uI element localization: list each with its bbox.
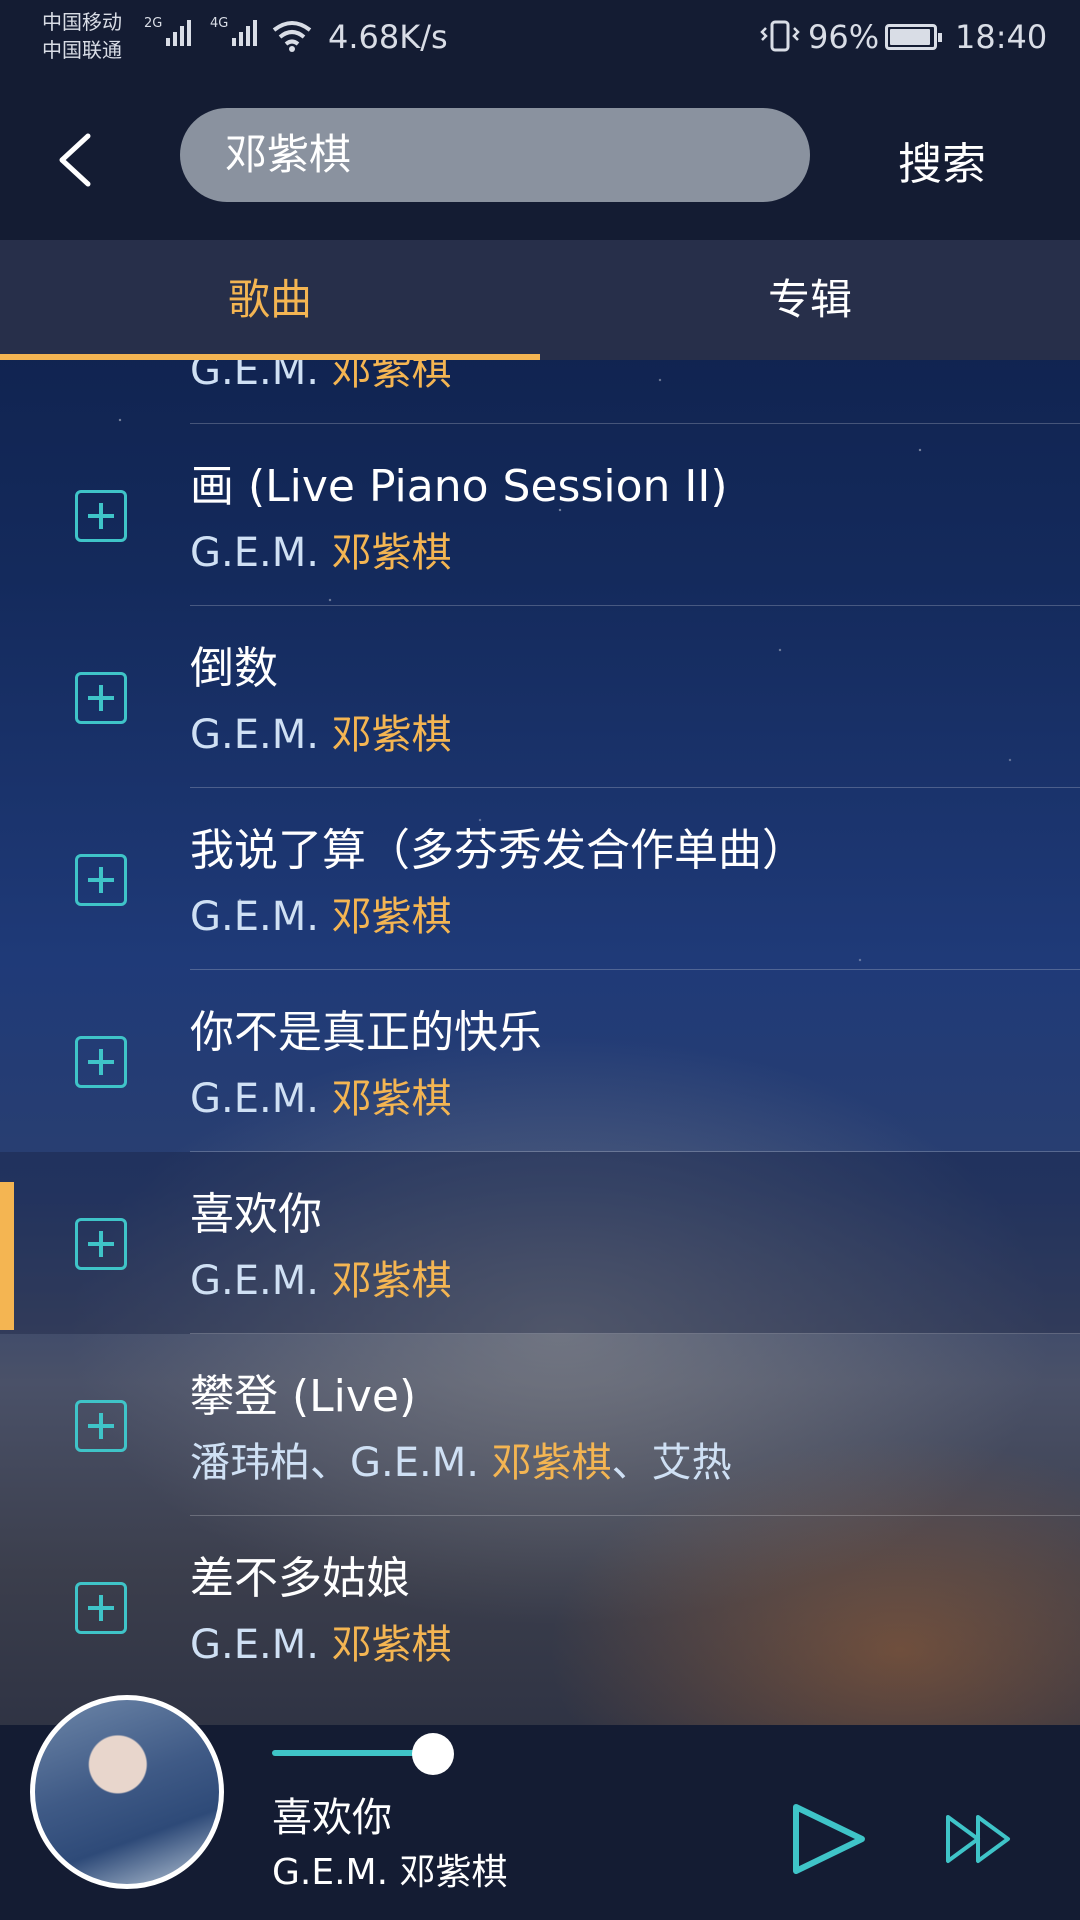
song-title: 攀登 (Live) xyxy=(190,1371,417,1422)
battery-icon xyxy=(885,24,942,50)
song-artist: G.E.M. 邓紫棋 xyxy=(190,1258,452,1304)
status-bar: 中国移动 中国联通 2G 4G 4.68K/s 96% 18:40 xyxy=(0,0,1080,80)
play-icon[interactable] xyxy=(782,1799,872,1879)
back-icon[interactable] xyxy=(48,130,108,190)
add-to-playlist-icon[interactable] xyxy=(75,1582,127,1634)
song-row[interactable]: 泡沫 G.E.M. 邓紫棋 xyxy=(0,360,1080,424)
tab-albums[interactable]: 专辑 xyxy=(540,240,1080,360)
add-to-playlist-icon[interactable] xyxy=(75,1036,127,1088)
song-title: 你不是真正的快乐 xyxy=(190,1007,542,1058)
song-title: 倒数 xyxy=(190,643,278,694)
add-to-playlist-icon[interactable] xyxy=(75,490,127,542)
song-row[interactable]: 你不是真正的快乐 G.E.M. 邓紫棋 xyxy=(0,970,1080,1152)
signal-2-label: 4G xyxy=(210,16,229,31)
wifi-icon xyxy=(272,21,312,52)
song-title: 画 (Live Piano Session II) xyxy=(190,461,728,512)
add-to-playlist-icon[interactable] xyxy=(75,854,127,906)
song-row[interactable]: 攀登 (Live) 潘玮柏、G.E.M. 邓紫棋、艾热 xyxy=(0,1334,1080,1516)
add-to-playlist-icon[interactable] xyxy=(75,1218,127,1270)
song-row[interactable]: 画 (Live Piano Session II) G.E.M. 邓紫棋 xyxy=(0,424,1080,606)
song-row[interactable]: 我说了算（多芬秀发合作单曲） G.E.M. 邓紫棋 xyxy=(0,788,1080,970)
signal-1-label: 2G xyxy=(144,16,163,31)
song-artist: G.E.M. 邓紫棋 xyxy=(190,712,452,758)
song-row-now-playing[interactable]: 喜欢你 G.E.M. 邓紫棋 xyxy=(0,1152,1080,1334)
add-to-playlist-icon[interactable] xyxy=(75,672,127,724)
song-title: 差不多姑娘 xyxy=(190,1553,410,1604)
song-row[interactable]: 差不多姑娘 G.E.M. 邓紫棋 xyxy=(0,1516,1080,1698)
carrier-1: 中国移动 xyxy=(42,10,122,34)
carrier-names: 中国移动 中国联通 xyxy=(42,8,122,64)
fast-forward-icon[interactable] xyxy=(944,1809,1014,1869)
now-playing-title: 喜欢你 xyxy=(272,1795,392,1841)
signal-2-icon xyxy=(232,20,257,46)
album-cover[interactable] xyxy=(30,1695,224,1889)
now-playing-marker xyxy=(0,1182,14,1330)
song-title: 喜欢你 xyxy=(190,1189,322,1240)
tab-bar: 歌曲 专辑 xyxy=(0,240,1080,360)
mini-player[interactable]: 喜欢你 G.E.M. 邓紫棋 xyxy=(0,1695,1080,1920)
song-row[interactable]: 倒数 G.E.M. 邓紫棋 xyxy=(0,606,1080,788)
net-speed: 4.68K/s xyxy=(328,18,448,56)
tab-songs[interactable]: 歌曲 xyxy=(0,240,540,360)
song-artist: G.E.M. 邓紫棋 xyxy=(190,894,452,940)
song-list[interactable]: 泡沫 G.E.M. 邓紫棋 画 (Live Piano Session II) … xyxy=(0,360,1080,1725)
progress-bar[interactable] xyxy=(272,1750,432,1756)
progress-knob[interactable] xyxy=(412,1733,454,1775)
search-input[interactable]: 邓紫棋 xyxy=(180,108,810,202)
carrier-2: 中国联通 xyxy=(42,38,122,62)
signal-1-icon xyxy=(166,20,191,46)
search-button[interactable]: 搜索 xyxy=(898,128,986,192)
song-title: 我说了算（多芬秀发合作单曲） xyxy=(190,825,806,876)
song-artist: G.E.M. 邓紫棋 xyxy=(190,1076,452,1122)
song-artist: G.E.M. 邓紫棋 xyxy=(190,360,452,394)
song-artist: G.E.M. 邓紫棋 xyxy=(190,1622,452,1668)
clock: 18:40 xyxy=(955,18,1048,56)
now-playing-artist: G.E.M. 邓紫棋 xyxy=(272,1852,508,1893)
search-header: 邓紫棋 搜索 xyxy=(0,80,1080,240)
add-to-playlist-icon[interactable] xyxy=(75,1400,127,1452)
song-artist: G.E.M. 邓紫棋 xyxy=(190,530,452,576)
vibrate-icon xyxy=(760,20,800,52)
song-artist: 潘玮柏、G.E.M. 邓紫棋、艾热 xyxy=(190,1440,732,1486)
battery-percent: 96% xyxy=(808,18,880,56)
